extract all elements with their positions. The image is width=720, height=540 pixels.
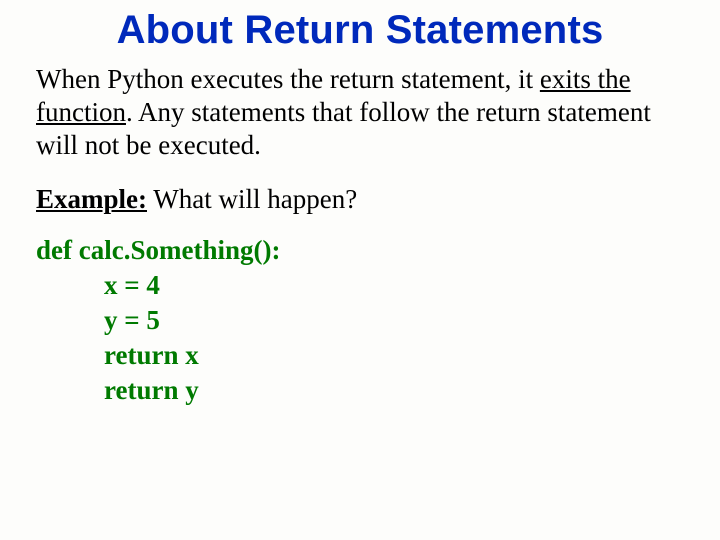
example-line: Example: What will happen? [36, 184, 684, 215]
paragraph-part2: . Any statements that follow the return … [36, 97, 651, 160]
code-line-2: x = 4 [36, 268, 684, 303]
example-question: What will happen? [147, 184, 357, 214]
code-line-4: return x [36, 338, 684, 373]
code-block: def calc.Something(): x = 4 y = 5 return… [36, 233, 684, 408]
body-paragraph: When Python executes the return statemen… [36, 63, 684, 162]
code-line-1: def calc.Something(): [36, 235, 280, 265]
paragraph-part1: When Python executes the return statemen… [36, 64, 540, 94]
code-line-5: return y [36, 373, 684, 408]
code-line-3: y = 5 [36, 303, 684, 338]
example-label: Example: [36, 184, 147, 214]
slide-title: About Return Statements [36, 8, 684, 53]
